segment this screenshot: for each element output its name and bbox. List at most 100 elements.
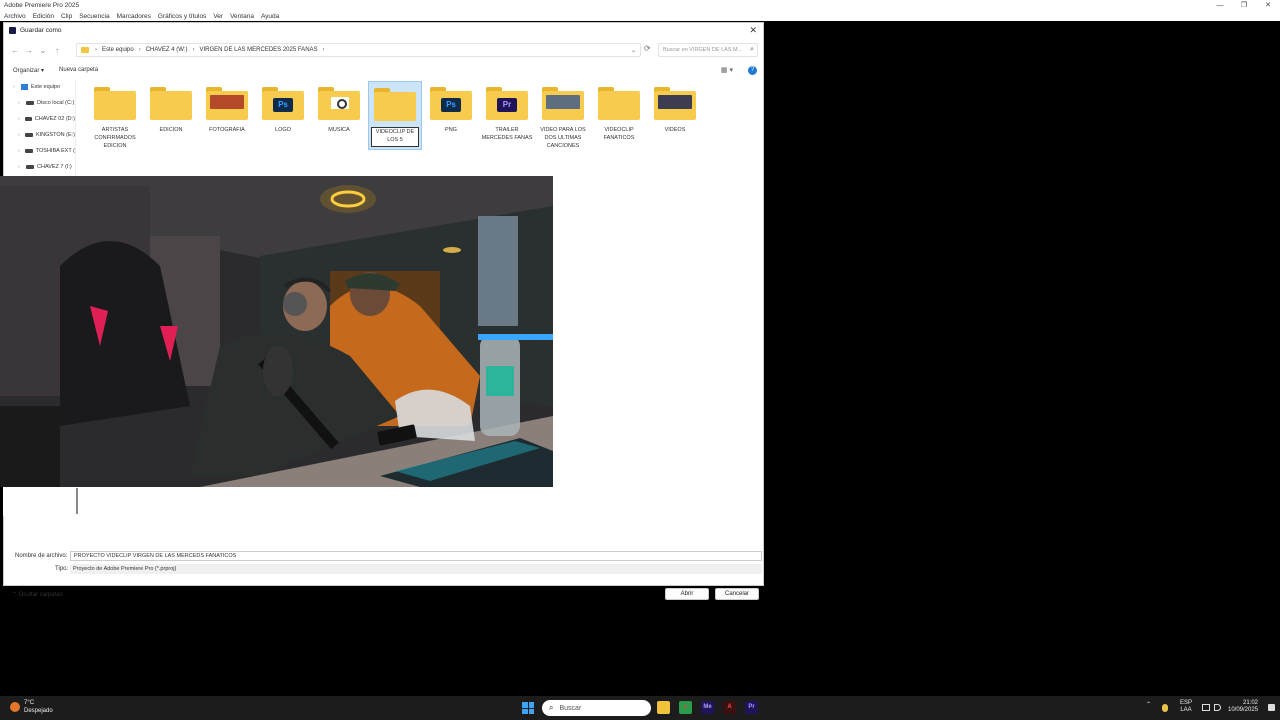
webcam-overlay <box>0 176 553 487</box>
windows-start-icon[interactable] <box>522 702 534 714</box>
clock-time: 21:02 <box>1242 700 1258 706</box>
pane-splitter[interactable] <box>76 488 78 514</box>
folder-icon <box>318 87 360 120</box>
folder-label: VIDEOCLIP FANATICOS <box>603 127 635 141</box>
menu-ver[interactable]: Ver <box>213 13 223 20</box>
expand-chevron-icon[interactable]: › <box>18 100 26 106</box>
folder-item[interactable]: VIDEO PARA LOS DOS ULTIMAS CANCIONES <box>536 81 590 152</box>
menu-ayuda[interactable]: Ayuda <box>261 13 279 20</box>
sidebar-item-label: TOSHIBA EXT ( <box>35 148 75 154</box>
address-bar[interactable]: › Este equipo › CHAVEZ 4 (W:) › VIRGEN D… <box>76 43 641 57</box>
folder-icon: Ps <box>430 87 472 120</box>
folder-item[interactable]: VIDEOCLIP DE LOS 5 <box>368 81 422 150</box>
language-indicator[interactable]: ESP LAA <box>1180 700 1192 714</box>
network-icon[interactable] <box>1202 704 1210 711</box>
premiere-icon[interactable]: Pr <box>745 701 758 714</box>
folder-icon <box>654 87 696 120</box>
breadcrumb-current-folder[interactable]: VIRGEN DE LAS MERCEDES 2025 FANAS <box>199 47 317 53</box>
menu-archivo[interactable]: Archivo <box>4 13 26 20</box>
menu-marcadores[interactable]: Marcadores <box>117 13 151 20</box>
view-options-icon[interactable]: ▦ ▾ <box>721 66 733 74</box>
folder-icon <box>150 87 192 120</box>
dialog-close-button[interactable]: ✕ <box>749 25 757 36</box>
folder-icon: Ps <box>262 87 304 120</box>
filename-field[interactable]: PROYECTO VIDECLIP VIRGEN DE LAS MERCEDS … <box>70 551 762 561</box>
open-button[interactable]: Abrir <box>665 588 709 600</box>
volume-icon[interactable] <box>1214 704 1221 711</box>
folder-icon <box>598 87 640 120</box>
file-explorer-icon[interactable] <box>657 701 670 714</box>
sidebar-item-label: CHAVEZ 7 (I:) <box>37 164 72 170</box>
expand-chevron-icon[interactable]: › <box>18 164 26 170</box>
forward-arrow-icon[interactable]: → <box>22 46 36 55</box>
sidebar-item[interactable]: › Disco local (C:) <box>4 95 75 111</box>
folder-item[interactable]: Ps PNG <box>424 81 478 136</box>
folder-icon: Pr <box>486 87 528 120</box>
clock[interactable]: 21:02 10/09/2025 <box>1228 700 1258 714</box>
close-app-button[interactable]: ✕ <box>1256 0 1280 11</box>
sidebar-item[interactable]: › Este equipo <box>4 79 75 95</box>
up-arrow-icon[interactable]: ↑ <box>50 46 64 55</box>
taskbar-search-input[interactable]: ⌕ Buscar <box>542 700 651 716</box>
taskbar: 7°C Despejado ⌕ Buscar ● Me A Pr ⌃ ESP LAA … <box>0 696 1280 720</box>
photoshop-badge-icon: Ps <box>273 98 293 112</box>
folder-label: MUSICA <box>328 127 350 133</box>
filetype-select[interactable]: Proyecto de Adobe Premiere Pro (*.prproj… <box>70 564 762 574</box>
sidebar-item[interactable]: › CHAVEZ 7 (I:) <box>4 159 75 175</box>
folder-item[interactable]: VIDEOS <box>648 81 702 136</box>
sidebar-item[interactable]: › KINGSTON (E:) <box>4 127 75 143</box>
folder-label: VIDEOCLIP DE LOS 5 <box>371 127 419 147</box>
folder-item[interactable]: Pr TRAILER MERCEDES FANAS <box>480 81 534 144</box>
folder-search-input[interactable]: Buscar en VIRGEN DE LAS M... ⌕ <box>658 43 758 57</box>
hide-folders-button[interactable]: ⌃ Ocultar carpetas <box>12 591 63 598</box>
restore-button[interactable]: ❐ <box>1232 0 1256 11</box>
folder-label: FOTOGRAFIA <box>209 127 245 133</box>
weather-widget[interactable]: 7°C Despejado <box>10 699 53 715</box>
menu-edicion[interactable]: Edición <box>33 13 54 20</box>
refresh-icon[interactable]: ⟳ <box>644 44 651 53</box>
back-arrow-icon[interactable]: ← <box>8 46 22 55</box>
breadcrumb-separator: › <box>95 47 97 53</box>
expand-chevron-icon[interactable]: › <box>18 148 25 154</box>
folder-item[interactable]: EDICION <box>144 81 198 136</box>
menu-secuencia[interactable]: Secuencia <box>79 13 109 20</box>
folder-item[interactable]: VIDEOCLIP FANATICOS <box>592 81 646 144</box>
expand-chevron-icon[interactable]: › <box>18 132 25 138</box>
help-icon[interactable]: ? <box>748 65 757 75</box>
microphone-icon[interactable] <box>1162 704 1168 712</box>
folder-item[interactable]: MUSICA <box>312 81 366 136</box>
taskbar-search-placeholder: Buscar <box>559 704 582 712</box>
new-folder-button[interactable]: Nueva carpeta <box>59 67 98 73</box>
breadcrumb-este-equipo[interactable]: Este equipo <box>102 47 134 53</box>
folder-item[interactable]: FOTOGRAFIA <box>200 81 254 136</box>
media-encoder-icon[interactable]: Me <box>701 701 714 714</box>
chevron-down-icon[interactable]: ⌄ <box>631 47 636 54</box>
menu-graficos[interactable]: Gráficos y títulos <box>158 13 206 20</box>
acrobat-icon[interactable]: A <box>723 701 736 714</box>
webcam-scene <box>0 176 553 487</box>
minimize-button[interactable]: — <box>1208 0 1232 11</box>
weather-temperature: 7°C <box>24 700 35 706</box>
menu-ventana[interactable]: Ventana <box>230 13 254 20</box>
organize-button[interactable]: Organizar ▾ <box>13 67 44 74</box>
folder-item[interactable]: Ps LOGO <box>256 81 310 136</box>
breadcrumb-drive[interactable]: CHAVEZ 4 (W:) <box>146 47 188 53</box>
expand-chevron-icon[interactable]: › <box>13 84 21 90</box>
notifications-icon[interactable] <box>1268 704 1275 711</box>
tray-chevron-icon[interactable]: ⌃ <box>1146 701 1151 708</box>
drive-icon <box>25 133 33 137</box>
sidebar-item[interactable]: › CHAVEZ 02 (D:) <box>4 111 75 127</box>
folder-item[interactable]: ARTISTAS CONFIRMADOS EDICION <box>88 81 142 152</box>
cancel-button[interactable]: Cancelar <box>715 588 759 600</box>
menu-clip[interactable]: Clip <box>61 13 72 20</box>
chrome-icon[interactable]: ● <box>679 701 692 714</box>
recent-locations-icon[interactable]: ⌄ <box>36 46 50 55</box>
expand-chevron-icon[interactable]: › <box>18 116 25 122</box>
sidebar-item-label: Disco local (C:) <box>37 100 75 106</box>
folder-label: VIDEO PARA LOS DOS ULTIMAS CANCIONES <box>540 127 586 149</box>
dialog-title: Guardar como <box>20 26 62 34</box>
sidebar-item-label: KINGSTON (E:) <box>35 132 75 138</box>
sidebar-item[interactable]: › TOSHIBA EXT ( <box>4 143 75 159</box>
folder-icon <box>374 88 416 121</box>
weather-description: Despejado <box>24 708 53 714</box>
